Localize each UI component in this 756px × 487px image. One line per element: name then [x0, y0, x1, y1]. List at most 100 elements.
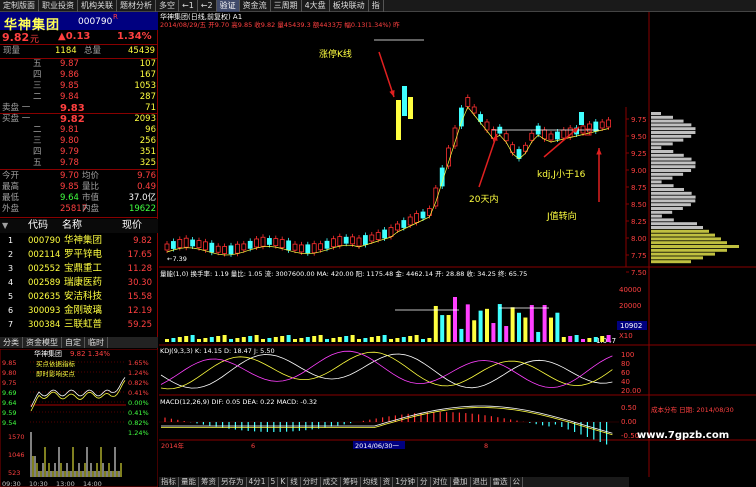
list-item[interactable]: 6 300093 金刚玻璃 12.19: [0, 304, 158, 318]
list-index: 4: [8, 278, 14, 287]
top-tab[interactable]: 验证: [216, 0, 240, 12]
candle: [375, 232, 381, 240]
top-tab[interactable]: ←2: [198, 0, 217, 12]
volume-bar: [267, 338, 272, 342]
list-index: 6: [8, 306, 14, 315]
top-tab[interactable]: 资金流: [240, 0, 271, 12]
top-tab[interactable]: 机构关联: [78, 0, 117, 12]
stat-row: 今开 9.70 均价 9.76: [0, 171, 158, 182]
intraday-time-label: 10:30: [29, 480, 48, 487]
ask-label: 五: [33, 59, 42, 69]
list-item[interactable]: 4 002589 瑞康医药 30.30: [0, 276, 158, 290]
chip-bar: [651, 195, 696, 199]
bid-label: 三: [33, 136, 42, 146]
intraday-ylabel: 9.54: [2, 419, 16, 427]
list-index: 5: [8, 292, 14, 301]
bottom-tab[interactable]: 筹资: [199, 477, 219, 487]
top-tab[interactable]: 指: [369, 0, 384, 12]
list-code: 002114: [28, 250, 61, 260]
volume-bar: [325, 339, 329, 342]
chip-bar: [651, 188, 684, 191]
left-tab[interactable]: 资金模型: [23, 337, 62, 348]
bottom-tab[interactable]: 另存为: [219, 477, 247, 487]
bottom-tab[interactable]: 分时: [301, 477, 321, 487]
annotation: kdj,J小于16: [537, 169, 586, 180]
ask-volume: 287: [139, 92, 156, 102]
top-tab[interactable]: ←1: [179, 0, 198, 12]
list-index: 7: [8, 320, 14, 329]
list-code: 300093: [28, 306, 61, 316]
bottom-tab[interactable]: 分: [418, 477, 431, 487]
top-tab[interactable]: 板块联动: [330, 0, 369, 12]
top-tab[interactable]: 题材分析: [117, 0, 156, 12]
bid-volume: 325: [139, 158, 156, 168]
candle: [318, 243, 324, 251]
stat-value: 0.49: [137, 182, 156, 192]
intraday-ylabel-right: 1.24%: [128, 369, 149, 377]
candle: [305, 244, 311, 254]
chip-bar: [651, 115, 674, 119]
bottom-tab[interactable]: 叠加: [451, 477, 471, 487]
price-row: 9.82 元 ▲0.13 1.34%: [0, 31, 158, 45]
ask-row: 三 9.85 1053: [0, 81, 158, 92]
list-name: 金刚玻璃: [64, 305, 103, 316]
bottom-tab[interactable]: 雷选: [491, 477, 511, 487]
candle: [561, 129, 567, 139]
candle: [606, 119, 612, 128]
volume-bar: [363, 338, 368, 342]
left-tab[interactable]: 分类: [0, 337, 23, 348]
top-tab[interactable]: 4大盘: [302, 0, 330, 12]
top-tab[interactable]: 多空: [156, 0, 179, 12]
col-name[interactable]: 名称: [62, 219, 82, 233]
volume-bar: [510, 307, 515, 342]
ask-price: 9.87: [60, 59, 79, 69]
bottom-tab[interactable]: 退出: [471, 477, 491, 487]
top-tab[interactable]: 职业投资: [39, 0, 78, 12]
top-tab[interactable]: 定制版面: [0, 0, 39, 12]
stat-row: 外盘 25817 内盘 19622: [0, 204, 158, 215]
chart-info: 2014/08/29/五 开9.70 高9.85 收9.82 量45439.3 …: [160, 20, 400, 29]
volume-side: 1.047: [596, 337, 616, 345]
bottom-tab[interactable]: 成交: [321, 477, 341, 487]
candle: [579, 112, 584, 125]
list-item[interactable]: 1 000790 华神集团 9.82: [0, 234, 158, 248]
bottom-tab[interactable]: 线: [288, 477, 301, 487]
volume-bar: [235, 338, 240, 342]
candle: [183, 237, 189, 248]
bottom-tab[interactable]: 指标: [159, 477, 179, 487]
bottom-tab[interactable]: 公: [511, 477, 524, 487]
intraday-ylabel-right: 0.41%: [128, 389, 149, 397]
volume-bar: [453, 297, 457, 342]
left-tab[interactable]: 临时: [85, 337, 108, 348]
top-tab[interactable]: 三周期: [271, 0, 302, 12]
intraday-chart: 华神集团 9.82 1.34% 9.85 9.80 9.75 9.69 9.64 9.59 9.…: [0, 348, 159, 487]
intraday-ylabel: 9.75: [2, 379, 16, 387]
label: 总量: [84, 46, 102, 56]
bottom-tab[interactable]: K: [278, 477, 289, 487]
list-item[interactable]: 2 002114 罗平锌电 17.65: [0, 248, 158, 262]
volume-bar: [286, 335, 291, 342]
volume-bar: [536, 331, 541, 342]
list-code: 002552: [28, 264, 61, 274]
bottom-tab[interactable]: 均线: [361, 477, 381, 487]
bottom-tab[interactable]: 4分1: [247, 477, 269, 487]
bottom-tab[interactable]: 对位: [431, 477, 451, 487]
list-item[interactable]: 7 300384 三联虹普 59.25: [0, 318, 158, 332]
col-price[interactable]: 现价: [122, 219, 142, 233]
bottom-tab[interactable]: 资: [381, 477, 394, 487]
left-tab[interactable]: 自定: [62, 337, 85, 348]
candle: [222, 246, 227, 254]
stat-label: 今开: [2, 171, 20, 181]
volume-bar: [555, 312, 560, 342]
bottom-tab[interactable]: 5: [269, 477, 279, 487]
col-code[interactable]: 代码: [28, 219, 48, 233]
bottom-tab[interactable]: 量能: [179, 477, 199, 487]
list-item[interactable]: 5 002635 安洁科技 15.58: [0, 290, 158, 304]
volume-bar: [549, 317, 553, 342]
bottom-tab[interactable]: 1分钟: [393, 477, 419, 487]
bottom-tab[interactable]: 筹码: [341, 477, 361, 487]
intraday-ylabel: 9.80: [2, 369, 16, 377]
list-item[interactable]: 3 002552 宝鼎重工 11.28: [0, 262, 158, 276]
stat-label: 均价: [82, 171, 100, 181]
list-code: 002589: [28, 278, 61, 288]
